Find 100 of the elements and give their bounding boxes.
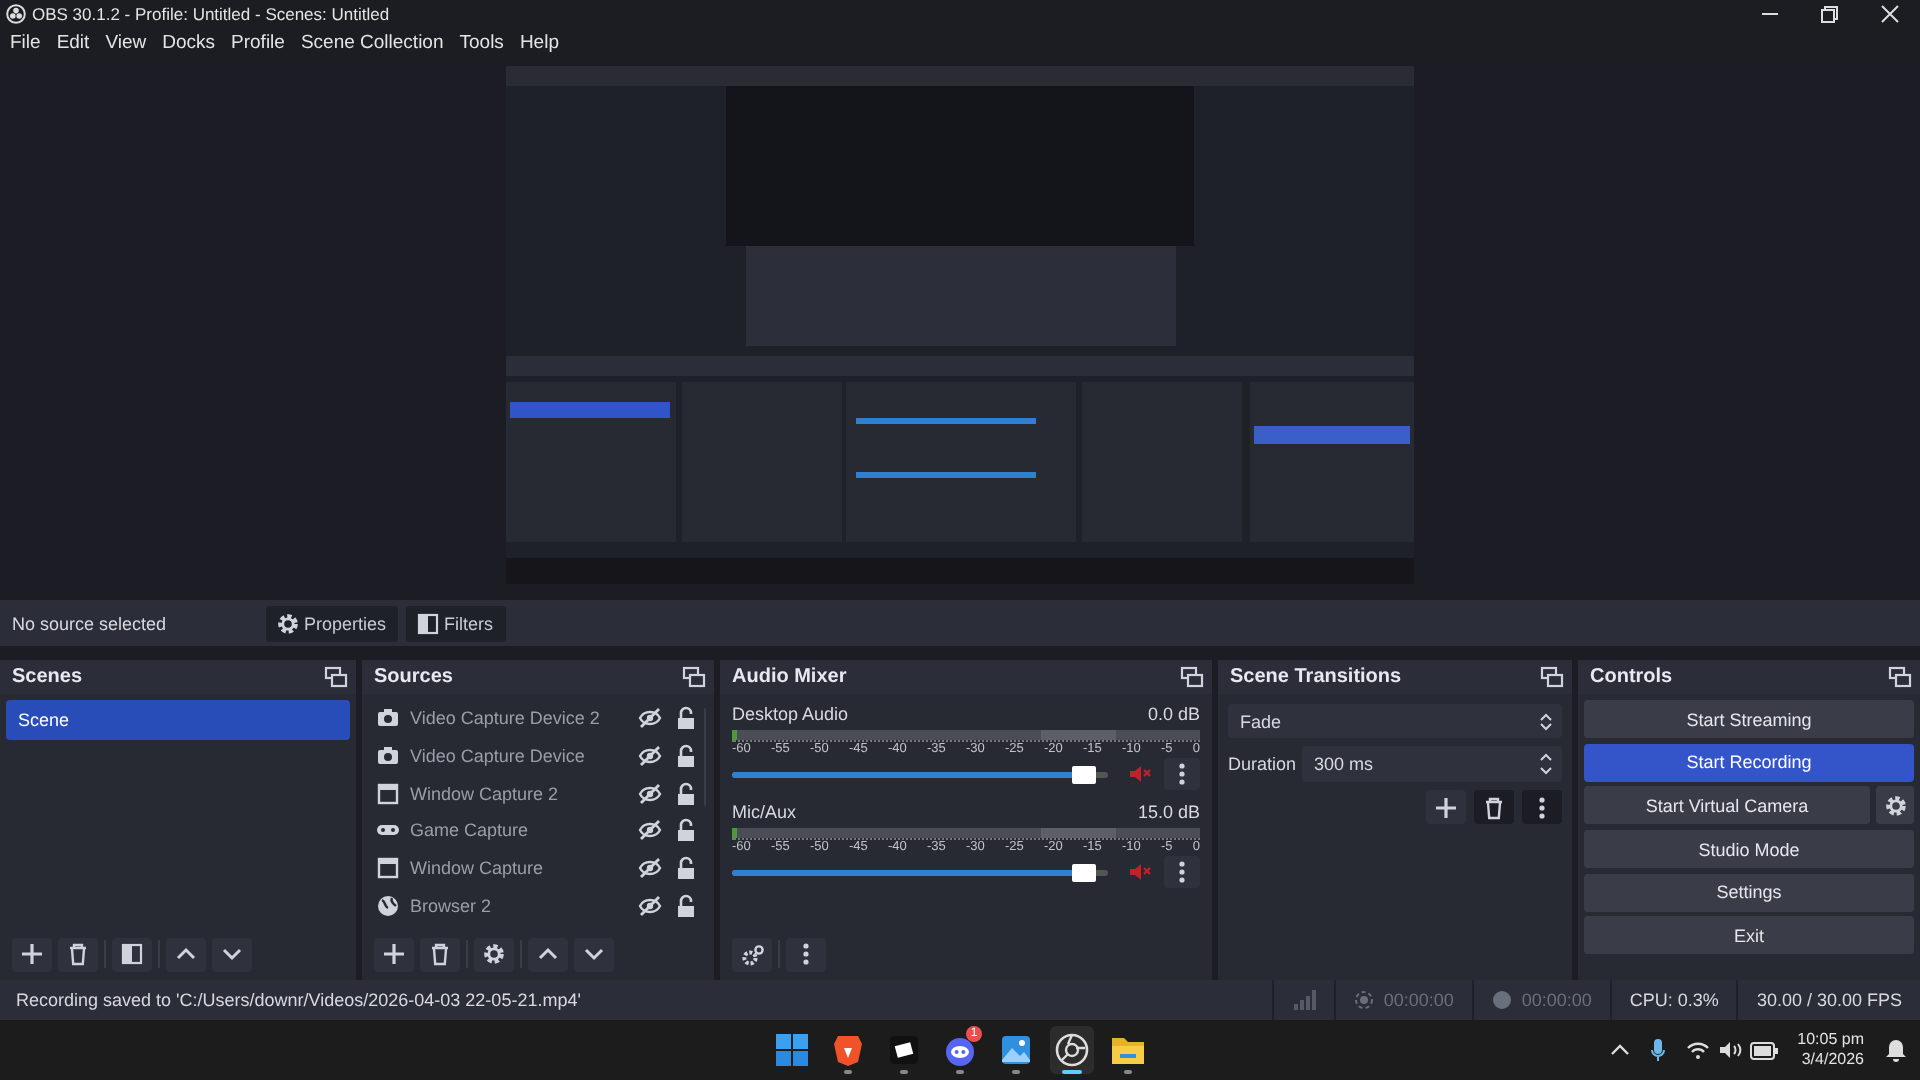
close-icon[interactable] <box>1880 4 1900 24</box>
unlock-icon[interactable] <box>676 744 696 769</box>
hidden-eye-icon[interactable] <box>638 706 662 731</box>
hidden-eye-icon[interactable] <box>638 893 662 918</box>
menu-item[interactable]: View <box>99 32 153 54</box>
status-text: No source selected <box>12 613 169 633</box>
control-button[interactable]: Start Streaming <box>1584 700 1914 738</box>
control-button[interactable]: Start Virtual Camera <box>1584 786 1870 825</box>
trash-icon <box>66 942 90 966</box>
fps-counter: 30.00 / 30.00 FPS <box>1756 990 1902 1010</box>
filters-button[interactable]: Filters <box>406 605 506 641</box>
menu-item[interactable]: Profile <box>225 32 291 54</box>
unlock-icon[interactable] <box>676 706 696 731</box>
battery-icon[interactable] <box>1749 1041 1778 1059</box>
app-logo-icon <box>6 4 26 24</box>
settings-icon <box>740 943 764 965</box>
tilted-square-icon <box>886 1032 922 1068</box>
undock-icon[interactable] <box>1180 666 1204 688</box>
duration-field[interactable]: 300 ms <box>1302 746 1562 782</box>
source-item[interactable]: Game Capture <box>368 812 696 850</box>
microphone-icon[interactable] <box>1649 1038 1666 1062</box>
record-timer: 00:00:00 <box>1521 990 1592 1010</box>
undock-icon[interactable] <box>324 666 348 688</box>
unlock-icon[interactable] <box>676 856 696 881</box>
hidden-eye-icon[interactable] <box>638 856 662 881</box>
control-button[interactable]: Studio Mode <box>1584 830 1914 869</box>
speaker-icon[interactable] <box>1717 1040 1742 1060</box>
more-button[interactable] <box>1522 790 1562 824</box>
muted-speaker-icon[interactable] <box>1128 764 1152 784</box>
chevron-up-button[interactable] <box>166 937 206 971</box>
plus-button[interactable] <box>374 937 414 971</box>
volume-reading: 15.0 dB <box>1137 802 1200 822</box>
channel-name: Mic/Aux <box>732 802 797 822</box>
stream-icon <box>1353 990 1374 1010</box>
folder-icon <box>1110 1032 1146 1068</box>
menu-item[interactable]: Edit <box>50 32 96 54</box>
chevron-down-button[interactable] <box>574 937 614 971</box>
undock-icon[interactable] <box>1888 666 1912 688</box>
control-button[interactable]: Settings <box>1584 873 1914 912</box>
source-item[interactable]: Browser 2 <box>368 886 696 925</box>
channel-name: Desktop Audio <box>732 704 849 724</box>
control-button[interactable]: Exit <box>1584 916 1914 955</box>
cpu-usage: CPU: 0.3% <box>1629 990 1719 1010</box>
plus-icon <box>20 942 44 966</box>
menu-item[interactable]: File <box>4 32 47 54</box>
plus-button[interactable] <box>12 937 52 971</box>
control-button[interactable]: Start Recording <box>1584 743 1914 782</box>
settings-button[interactable] <box>474 937 514 971</box>
filter-icon <box>120 942 144 966</box>
settings-icon <box>482 942 506 966</box>
restore-icon[interactable] <box>1820 4 1840 24</box>
plus-icon <box>1434 795 1458 819</box>
plus-button[interactable] <box>1426 790 1466 824</box>
window-title: OBS 30.1.2 - Profile: Untitled - Scenes: Untitled <box>32 4 392 24</box>
filter-button[interactable] <box>112 937 152 971</box>
clock-date[interactable]: 3/4/2026 <box>1801 1050 1864 1070</box>
undock-icon[interactable] <box>1540 666 1564 688</box>
trash-button[interactable] <box>1474 790 1514 824</box>
menu-item[interactable]: Scene Collection <box>294 32 450 54</box>
slider-thumb[interactable] <box>1072 863 1097 881</box>
windows-logo-icon <box>774 1032 810 1068</box>
menu-item[interactable]: Docks <box>156 32 222 54</box>
bell-icon[interactable] <box>1884 1038 1908 1062</box>
taskbar-app[interactable] <box>1050 1026 1094 1074</box>
transition-dropdown[interactable]: Fade <box>1228 704 1562 738</box>
unlock-icon[interactable] <box>676 893 696 918</box>
globe-icon <box>376 893 400 918</box>
undock-icon[interactable] <box>682 666 706 688</box>
clock-time[interactable]: 10:05 pm <box>1797 1030 1864 1050</box>
dock-title: Scenes <box>12 666 83 688</box>
chevron-up-button[interactable] <box>528 937 568 971</box>
aperture-icon <box>1054 1032 1090 1068</box>
plus-icon <box>382 942 406 966</box>
hidden-eye-icon[interactable] <box>638 781 662 806</box>
more-button[interactable] <box>786 937 826 971</box>
trash-button[interactable] <box>420 937 460 971</box>
menu-item[interactable]: Help <box>513 32 565 54</box>
more-button[interactable] <box>1164 758 1200 790</box>
record-icon <box>1491 990 1512 1010</box>
hidden-eye-icon[interactable] <box>638 818 662 843</box>
menu-item[interactable]: Tools <box>453 32 510 54</box>
settings-button[interactable] <box>1876 786 1914 825</box>
unlock-icon[interactable] <box>676 818 696 843</box>
wifi-icon[interactable] <box>1685 1040 1710 1060</box>
slider-thumb[interactable] <box>1072 765 1097 783</box>
settings-button[interactable] <box>732 937 772 971</box>
shield-icon <box>830 1032 866 1068</box>
properties-button[interactable]: Properties <box>266 605 399 641</box>
chevron-down-button[interactable] <box>212 937 252 971</box>
source-item[interactable]: Window Capture <box>368 849 696 887</box>
more-button[interactable] <box>1164 856 1200 888</box>
hidden-eye-icon[interactable] <box>638 744 662 769</box>
source-item[interactable]: Video Capture Device 2 <box>368 700 696 738</box>
chevron-up-icon[interactable] <box>1609 1042 1630 1058</box>
muted-speaker-icon[interactable] <box>1128 862 1152 882</box>
source-item[interactable]: Window Capture 2 <box>368 774 696 813</box>
trash-button[interactable] <box>58 937 98 971</box>
unlock-icon[interactable] <box>676 781 696 806</box>
source-item[interactable]: Video Capture Device <box>368 737 696 775</box>
scene-item[interactable]: Scene <box>6 700 350 740</box>
